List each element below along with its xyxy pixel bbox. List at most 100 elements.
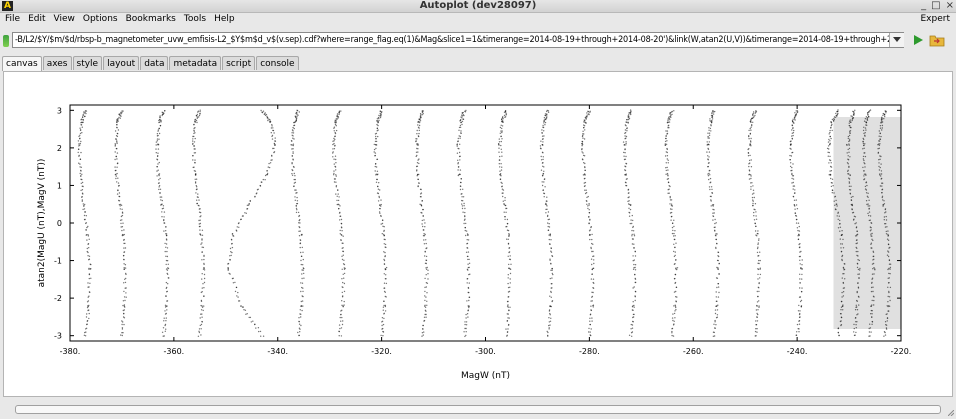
menu-edit[interactable]: Edit (24, 13, 49, 25)
menu-file[interactable]: File (0, 13, 24, 25)
data-point (866, 203, 868, 206)
canvas-panel[interactable]: -380. -360. -340. -320. -300. -280. -260. -240.… (3, 71, 953, 397)
plot-go-button[interactable] (910, 32, 926, 48)
data-point (551, 277, 553, 279)
data-point (377, 200, 380, 202)
data-point (846, 143, 848, 146)
x-tick-label: -340. (267, 347, 288, 356)
close-icon[interactable]: × (946, 0, 954, 12)
data-point (627, 192, 630, 194)
data-point (119, 205, 121, 207)
expert-mode-label[interactable]: Expert (921, 13, 951, 25)
data-point (792, 188, 794, 190)
data-point (548, 309, 551, 311)
data-point (507, 304, 509, 306)
data-point (626, 178, 628, 180)
data-point (259, 185, 262, 187)
data-address-input[interactable]: -B/L2/$Y/$m/$d/rbsp-b_magnetometer_uvw_e… (12, 32, 904, 48)
data-point (793, 204, 796, 206)
data-point (799, 300, 802, 303)
data-point (338, 324, 341, 326)
data-point (463, 222, 465, 225)
y-axis-label: atan2(MagU (nT),MagV (nT)) (37, 159, 47, 288)
data-point (673, 243, 675, 245)
plot-area[interactable] (69, 104, 902, 342)
address-history-dropdown[interactable] (889, 33, 904, 47)
menu-view[interactable]: View (50, 13, 79, 25)
data-point (501, 125, 504, 127)
data-point (509, 286, 511, 288)
data-address-text[interactable]: -B/L2/$Y/$m/$d/rbsp-b_magnetometer_uvw_e… (15, 33, 903, 47)
data-point (200, 334, 202, 336)
data-point (338, 335, 340, 337)
data-point (585, 189, 587, 191)
data-point (339, 215, 342, 217)
data-point (708, 127, 710, 129)
data-point (89, 263, 91, 265)
tab-console[interactable]: console (256, 56, 299, 70)
data-point (339, 327, 341, 330)
data-point (841, 259, 843, 262)
menu-help[interactable]: Help (210, 13, 239, 25)
data-point (380, 203, 382, 206)
data-point (422, 334, 424, 336)
minimize-icon[interactable]: _ (921, 0, 926, 12)
data-point (499, 174, 502, 176)
data-point (381, 321, 383, 323)
data-point (631, 243, 634, 245)
data-point (758, 259, 760, 262)
data-point (840, 316, 843, 319)
data-point (715, 246, 717, 249)
data-point (468, 266, 470, 269)
data-point (500, 144, 502, 147)
data-point (632, 230, 635, 232)
data-point (163, 230, 165, 232)
data-point (674, 317, 676, 319)
data-point (789, 159, 791, 161)
data-point (374, 152, 377, 154)
tab-axes[interactable]: axes (42, 56, 72, 70)
data-point (227, 267, 229, 269)
menu-tools[interactable]: Tools (180, 13, 210, 25)
data-point (879, 132, 881, 134)
scatter-plot[interactable]: -380. -360. -340. -320. -300. -280. -260. -240.… (4, 72, 952, 396)
data-point (791, 135, 793, 137)
data-point (502, 116, 504, 118)
tab-script[interactable]: script (222, 56, 256, 70)
data-point (889, 263, 892, 265)
data-point (274, 137, 276, 139)
data-point (626, 130, 628, 132)
data-point (119, 117, 122, 119)
data-point (886, 226, 888, 228)
data-point (422, 328, 424, 330)
data-point (667, 118, 669, 120)
data-point (856, 262, 859, 265)
data-point (418, 132, 420, 135)
data-point (833, 192, 835, 194)
data-point (749, 154, 751, 157)
tab-layout[interactable]: layout (103, 56, 140, 70)
data-point (839, 238, 841, 240)
browse-folder-button[interactable] (929, 32, 945, 48)
data-point (80, 166, 83, 168)
x-tick-label: -220. (891, 347, 912, 356)
menu-options[interactable]: Options (79, 13, 122, 25)
data-point (542, 138, 544, 140)
data-point (711, 118, 714, 120)
data-point (82, 116, 84, 118)
data-point (848, 140, 851, 142)
data-point (116, 152, 119, 154)
menu-bookmarks[interactable]: Bookmarks (122, 13, 180, 25)
data-point (799, 282, 801, 284)
data-point (423, 219, 425, 221)
maximize-icon[interactable]: □ (931, 0, 940, 12)
data-point (627, 117, 629, 119)
data-point (116, 124, 118, 126)
tab-data[interactable]: data (140, 56, 169, 70)
resize-grip-icon[interactable] (948, 410, 954, 416)
tab-metadata[interactable]: metadata (169, 56, 222, 70)
data-point (632, 255, 634, 257)
data-point (244, 309, 247, 311)
tab-canvas[interactable]: canvas (2, 56, 42, 71)
tab-style[interactable]: style (72, 56, 103, 70)
